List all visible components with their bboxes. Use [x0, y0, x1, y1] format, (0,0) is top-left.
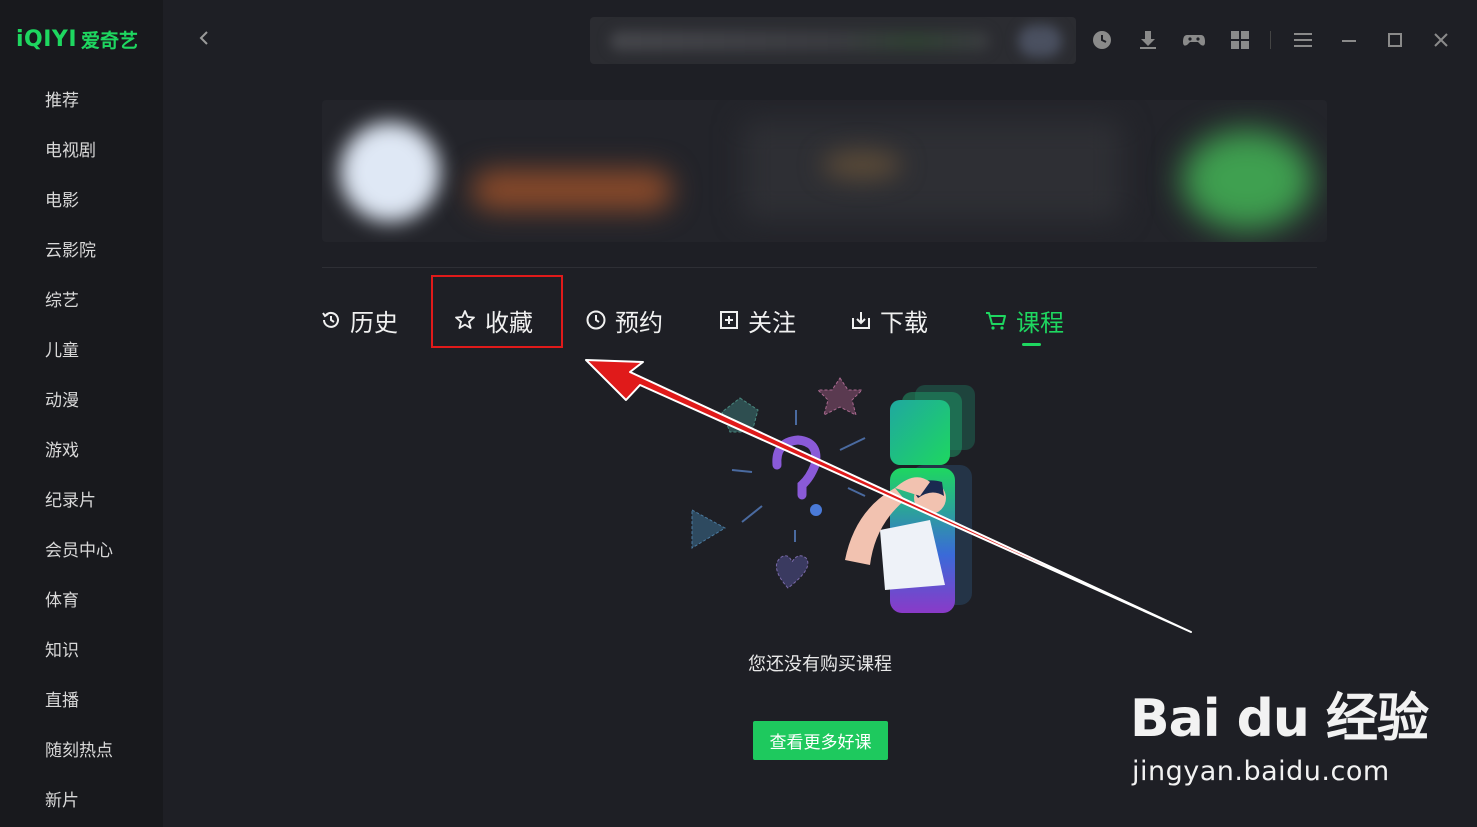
cart-icon — [986, 312, 1006, 330]
banner-blur-1 — [340, 122, 440, 222]
browse-courses-button[interactable]: 查看更多好课 — [753, 721, 888, 760]
empty-state-message: 您还没有购买课程 — [748, 654, 892, 675]
section-divider — [322, 267, 1317, 268]
tab-label: 课程 — [1016, 308, 1064, 337]
gamepad-icon[interactable] — [1180, 26, 1208, 54]
sidebar-item-hot[interactable]: 随刻热点 — [0, 726, 163, 776]
sidebar-item-live[interactable]: 直播 — [0, 676, 163, 726]
empty-state-illustration — [691, 377, 975, 613]
banner-blur-4 — [822, 150, 902, 180]
banner-blur-5 — [1182, 130, 1312, 230]
sidebar-item-recommend[interactable]: 推荐 — [0, 76, 163, 126]
chevron-left-icon — [199, 31, 208, 45]
window-toolbar — [1070, 26, 1455, 54]
tab-courses[interactable]: 课程 — [984, 300, 1064, 340]
tab-label: 预约 — [615, 308, 663, 337]
sidebar-item-variety[interactable]: 综艺 — [0, 276, 163, 326]
sidebar: iQIYI 爱奇艺 推荐 电视剧 电影 云影院 综艺 儿童 动漫 游戏 纪录片 … — [0, 0, 163, 827]
back-button[interactable] — [194, 26, 214, 50]
tab-history[interactable]: 历史 — [320, 300, 398, 340]
sidebar-item-vip-center[interactable]: 会员中心 — [0, 526, 163, 576]
tab-label: 关注 — [748, 308, 796, 337]
iqiyi-logo[interactable]: iQIYI 爱奇艺 — [16, 24, 138, 54]
sidebar-item-new-releases[interactable]: 新片 — [0, 776, 163, 826]
banner-blur-2 — [472, 170, 672, 210]
maximize-icon[interactable] — [1381, 26, 1409, 54]
logo-cn-text: 爱奇艺 — [81, 29, 139, 52]
watermark-url: jingyan.baidu.com — [1132, 756, 1390, 787]
tab-reservations[interactable]: 预约 — [585, 300, 663, 340]
tab-label: 历史 — [350, 308, 398, 337]
history-icon — [322, 311, 339, 328]
tab-label: 下载 — [880, 308, 928, 337]
download-icon[interactable] — [1134, 26, 1162, 54]
logo-text: iQIYI — [16, 26, 78, 52]
sidebar-nav: 推荐 电视剧 电影 云影院 综艺 儿童 动漫 游戏 纪录片 会员中心 体育 知识… — [0, 76, 163, 826]
sidebar-item-sports[interactable]: 体育 — [0, 576, 163, 626]
close-icon[interactable] — [1427, 26, 1455, 54]
baidu-watermark: Bai du 经验 jingyan.baidu.com — [1130, 668, 1429, 798]
minimize-icon[interactable] — [1335, 26, 1363, 54]
blurred-banner — [322, 100, 1327, 242]
sidebar-item-cloud-cinema[interactable]: 云影院 — [0, 226, 163, 276]
sidebar-item-tv-series[interactable]: 电视剧 — [0, 126, 163, 176]
follow-icon — [720, 311, 738, 329]
menu-icon[interactable] — [1289, 26, 1317, 54]
download-icon — [852, 312, 870, 329]
sidebar-item-knowledge[interactable]: 知识 — [0, 626, 163, 676]
sidebar-item-anime[interactable]: 动漫 — [0, 376, 163, 426]
search-blurred-content — [610, 31, 990, 51]
search-blurred-avatar — [1018, 25, 1062, 57]
sidebar-item-kids[interactable]: 儿童 — [0, 326, 163, 376]
sidebar-item-games[interactable]: 游戏 — [0, 426, 163, 476]
apps-grid-icon[interactable] — [1226, 26, 1254, 54]
search-input[interactable] — [590, 17, 1076, 64]
sidebar-item-documentary[interactable]: 纪录片 — [0, 476, 163, 526]
watermark-main-text: Bai du 经验 — [1130, 689, 1429, 749]
toolbar-divider — [1270, 31, 1271, 49]
clock-icon — [586, 310, 606, 330]
history-icon[interactable] — [1088, 26, 1116, 54]
active-tab-indicator — [1022, 343, 1041, 346]
tab-following[interactable]: 关注 — [718, 300, 796, 340]
tab-downloads[interactable]: 下载 — [850, 300, 928, 340]
banner-blur-3 — [742, 120, 1122, 220]
sidebar-item-movies[interactable]: 电影 — [0, 176, 163, 226]
highlight-box — [431, 275, 563, 348]
